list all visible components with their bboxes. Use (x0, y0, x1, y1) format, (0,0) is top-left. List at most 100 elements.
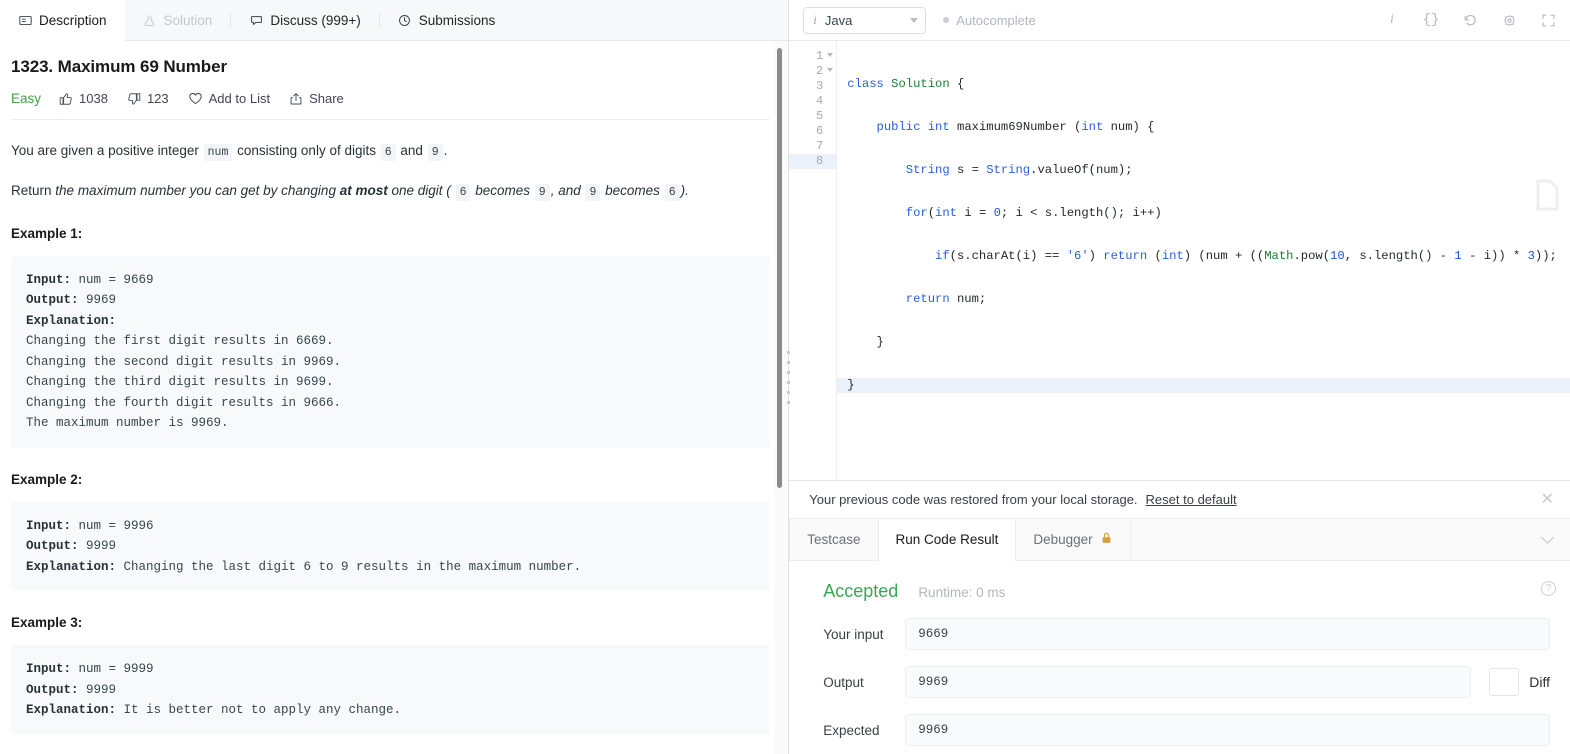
description-paragraph-1: You are given a positive integer num con… (11, 141, 770, 162)
ex1-l6-rest: Changing the fourth digit results in 966… (26, 396, 341, 410)
heart-icon (188, 91, 203, 106)
ex1-l2-bold: Explanation: (26, 314, 116, 328)
desc-p1-text4: . (444, 143, 448, 158)
desc-p2-text1: Return (11, 183, 52, 198)
your-input-value[interactable]: 9669 (905, 618, 1550, 650)
flask-icon (143, 13, 157, 27)
line-number-text: 4 (816, 94, 823, 108)
inline-code-nine-c: 9 (585, 184, 600, 201)
description-content: 1323. Maximum 69 Number Easy 1038 123 (0, 41, 788, 754)
expected-value[interactable]: 9969 (905, 714, 1550, 746)
code-text-area[interactable]: class Solution { public int maximum69Num… (837, 41, 1570, 480)
reset-to-default-link[interactable]: Reset to default (1146, 492, 1237, 507)
line-number: 4 (789, 94, 836, 109)
ex1-l1-bold: Output: (26, 293, 79, 307)
braces-icon[interactable]: {} (1423, 12, 1439, 28)
tab-run-code-result-label: Run Code Result (896, 532, 999, 547)
line-number-gutter: 1 2 3 4 5 6 7 8 (789, 41, 837, 480)
desc-p2-em5: becomes (605, 183, 660, 198)
code-line: return num; (837, 292, 1570, 307)
title-divider (11, 119, 770, 120)
close-icon[interactable]: ✕ (1541, 492, 1554, 508)
problem-tab-bar: Description Solution Discuss (999+) (0, 0, 788, 41)
share-button[interactable]: Share (289, 91, 344, 106)
desc-p1-text3: and (400, 143, 423, 158)
tab-submissions-label: Submissions (419, 13, 496, 28)
editor-toolbar: i Java Autocomplete i {} (789, 0, 1570, 41)
ex1-l4-rest: Changing the second digit results in 996… (26, 355, 341, 369)
problem-description-pane: Description Solution Discuss (999+) (0, 0, 789, 754)
status-badge: Accepted (823, 581, 898, 602)
question-circle-icon[interactable]: ? (1541, 581, 1556, 596)
dislike-button[interactable]: 123 (127, 91, 169, 106)
description-paragraph-2: Return the maximum number you can get by… (11, 181, 770, 202)
output-value[interactable]: 9969 (905, 666, 1471, 698)
diff-label: Diff (1529, 674, 1550, 690)
tab-description[interactable]: Description (0, 0, 125, 40)
tab-run-code-result[interactable]: Run Code Result (879, 519, 1017, 560)
code-line: String s = String.valueOf(num); (837, 163, 1570, 178)
inline-code-nine: 9 (428, 144, 443, 161)
collapse-panel-chevron-icon[interactable] (1541, 531, 1554, 544)
ex2-l2-rest: Changing the last digit 6 to 9 results i… (116, 560, 581, 574)
expected-label: Expected (805, 723, 905, 738)
code-line-current: } (837, 378, 1570, 393)
example-3-heading: Example 3: (11, 615, 770, 630)
language-selector[interactable]: i Java (803, 7, 926, 34)
ex2-l1-rest: 9999 (79, 539, 117, 553)
tab-solution[interactable]: Solution (125, 0, 231, 40)
tab-testcase[interactable]: Testcase (789, 519, 878, 560)
leetcode-problem-workspace: Description Solution Discuss (999+) (0, 0, 1570, 754)
settings-gear-icon[interactable] (1501, 12, 1517, 28)
fullscreen-icon[interactable] (1540, 12, 1556, 28)
like-button[interactable]: 1038 (59, 91, 108, 106)
dislike-count: 123 (147, 91, 169, 106)
description-scrollbar-thumb[interactable] (777, 48, 782, 488)
line-number: 2 (789, 64, 836, 79)
line-number: 5 (789, 109, 836, 124)
tab-testcase-label: Testcase (807, 532, 860, 547)
line-number: 3 (789, 79, 836, 94)
code-line: if(s.charAt(i) == '6') return (int) (num… (837, 249, 1570, 264)
your-input-label: Your input (805, 627, 905, 642)
example-3-block: Input: num = 9999 Output: 9999 Explanati… (11, 645, 770, 735)
ex1-l1-rest: 9969 (79, 293, 117, 307)
add-to-list-button[interactable]: Add to List (188, 91, 270, 106)
fold-arrow-icon[interactable] (827, 53, 833, 57)
info-icon[interactable]: i (1384, 12, 1400, 28)
line-number-text: 2 (816, 64, 823, 78)
ex1-l7-rest: The maximum number is 9969. (26, 416, 229, 430)
line-number-text: 1 (816, 49, 823, 63)
pane-splitter[interactable] (783, 0, 794, 754)
ex2-l2-bold: Explanation: (26, 560, 116, 574)
line-number-text: 7 (816, 139, 823, 153)
tab-bar-filler (513, 0, 788, 40)
result-panel: Accepted Runtime: 0 ms ? Your input 9669… (789, 561, 1570, 754)
clock-icon (398, 13, 412, 27)
code-line: public int maximum69Number (int num) { (837, 120, 1570, 135)
diff-checkbox[interactable] (1489, 668, 1519, 696)
line-number-text: 6 (816, 124, 823, 138)
line-number-current: 8 (789, 154, 836, 169)
your-input-row: Your input 9669 (805, 618, 1550, 650)
ex1-l0-bold: Input: (26, 273, 71, 287)
ex2-l0-bold: Input: (26, 519, 71, 533)
ex3-l1-bold: Output: (26, 683, 79, 697)
tab-discuss[interactable]: Discuss (999+) (231, 0, 378, 40)
fold-arrow-icon[interactable] (827, 68, 833, 72)
tab-solution-label: Solution (164, 13, 213, 28)
code-editor[interactable]: 1 2 3 4 5 6 7 8 class Solution { public … (789, 41, 1570, 481)
code-line: } (837, 335, 1570, 350)
like-count: 1038 (79, 91, 108, 106)
chevron-down-icon (910, 18, 918, 23)
autocomplete-toggle[interactable]: Autocomplete (943, 13, 1036, 28)
result-tab-filler (1131, 519, 1570, 560)
output-row: Output 9969 Diff (805, 666, 1550, 698)
ex2-l0-rest: num = 9996 (71, 519, 154, 533)
undo-icon[interactable] (1462, 12, 1478, 28)
tab-debugger[interactable]: Debugger (1016, 519, 1130, 560)
tab-submissions[interactable]: Submissions (380, 0, 514, 40)
page-title: 1323. Maximum 69 Number (11, 57, 770, 77)
expected-row: Expected 9969 (805, 714, 1550, 746)
diff-control[interactable]: Diff (1489, 668, 1550, 696)
